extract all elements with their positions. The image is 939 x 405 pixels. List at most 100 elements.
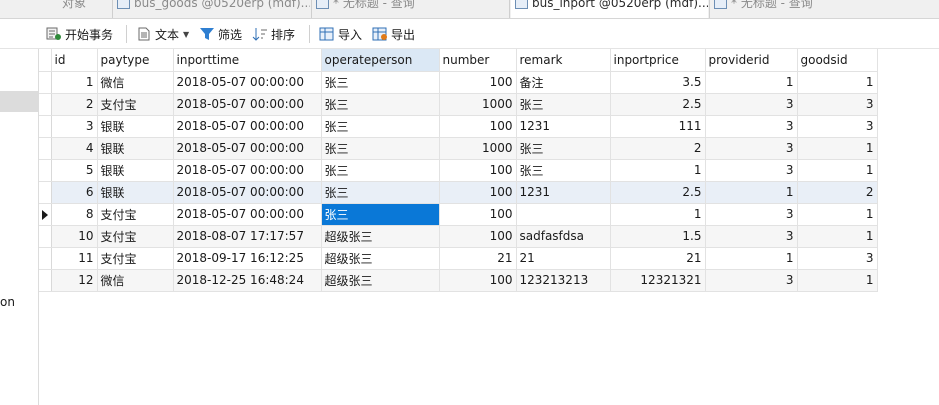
table-row[interactable]: 12 微信 2018-12-25 16:48:24 超级张三 100 12321… bbox=[39, 269, 878, 292]
column-header-paytype[interactable]: paytype bbox=[97, 49, 174, 72]
column-header-inporttime[interactable]: inporttime bbox=[173, 49, 322, 72]
cell-inporttime[interactable]: 2018-05-07 00:00:00 bbox=[173, 137, 322, 160]
cell-inportprice[interactable]: 1 bbox=[610, 203, 706, 226]
column-header-inportprice[interactable]: inportprice bbox=[610, 49, 706, 72]
cell-inportprice[interactable]: 1.5 bbox=[610, 225, 706, 248]
cell-number[interactable]: 100 bbox=[439, 159, 517, 182]
cell-id[interactable]: 5 bbox=[51, 159, 98, 182]
cell-inportprice[interactable]: 12321321 bbox=[610, 269, 706, 292]
cell-remark[interactable]: 张三 bbox=[516, 93, 611, 116]
cell-inporttime[interactable]: 2018-12-25 16:48:24 bbox=[173, 269, 322, 292]
row-indicator[interactable] bbox=[39, 159, 52, 182]
column-header-number[interactable]: number bbox=[439, 49, 517, 72]
cell-operateperson[interactable]: 超级张三 bbox=[321, 269, 440, 292]
cell-inporttime[interactable]: 2018-09-17 16:12:25 bbox=[173, 247, 322, 270]
cell-operateperson[interactable]: 超级张三 bbox=[321, 247, 440, 270]
cell-inportprice[interactable]: 1 bbox=[610, 159, 706, 182]
cell-paytype[interactable]: 银联 bbox=[97, 181, 174, 204]
cell-inporttime[interactable]: 2018-05-07 00:00:00 bbox=[173, 159, 322, 182]
cell-inportprice[interactable]: 2.5 bbox=[610, 181, 706, 204]
cell-remark[interactable]: 21 bbox=[516, 247, 611, 270]
row-indicator[interactable] bbox=[39, 181, 52, 204]
table-row[interactable]: 5 银联 2018-05-07 00:00:00 张三 100 张三 1 3 1 bbox=[39, 159, 878, 182]
navigation-selected-item[interactable] bbox=[0, 91, 38, 112]
cell-providerid[interactable]: 3 bbox=[705, 159, 798, 182]
cell-id[interactable]: 8 bbox=[51, 203, 98, 226]
row-indicator[interactable] bbox=[39, 93, 52, 116]
cell-inporttime[interactable]: 2018-05-07 00:00:00 bbox=[173, 181, 322, 204]
column-header-id[interactable]: id bbox=[51, 49, 98, 72]
cell-id[interactable]: 10 bbox=[51, 225, 98, 248]
cell-number[interactable]: 100 bbox=[439, 225, 517, 248]
cell-paytype[interactable]: 银联 bbox=[97, 159, 174, 182]
cell-operateperson[interactable]: 张三 bbox=[321, 93, 440, 116]
cell-providerid[interactable]: 3 bbox=[705, 225, 798, 248]
cell-inporttime[interactable]: 2018-05-07 00:00:00 bbox=[173, 93, 322, 116]
text-view-button[interactable]: 文本 ▼ bbox=[136, 25, 189, 43]
cell-providerid[interactable]: 3 bbox=[705, 137, 798, 160]
cell-providerid[interactable]: 1 bbox=[705, 71, 798, 94]
table-row-current[interactable]: 8 支付宝 2018-05-07 00:00:00 张三 100 1 3 1 bbox=[39, 203, 878, 226]
cell-remark[interactable]: 备注 bbox=[516, 71, 611, 94]
cell-paytype[interactable]: 微信 bbox=[97, 71, 174, 94]
column-header-operateperson[interactable]: operateperson bbox=[321, 49, 440, 72]
cell-inporttime[interactable]: 2018-05-07 00:00:00 bbox=[173, 203, 322, 226]
cell-goodsid[interactable]: 1 bbox=[797, 225, 878, 248]
cell-goodsid[interactable]: 3 bbox=[797, 115, 878, 138]
cell-paytype[interactable]: 支付宝 bbox=[97, 93, 174, 116]
cell-goodsid[interactable]: 1 bbox=[797, 137, 878, 160]
row-indicator[interactable] bbox=[39, 269, 52, 292]
cell-operateperson[interactable]: 超级张三 bbox=[321, 225, 440, 248]
cell-remark[interactable] bbox=[516, 203, 611, 226]
cell-remark[interactable]: 1231 bbox=[516, 115, 611, 138]
cell-number[interactable]: 100 bbox=[439, 181, 517, 204]
cell-providerid[interactable]: 3 bbox=[705, 269, 798, 292]
cell-operateperson[interactable]: 张三 bbox=[321, 71, 440, 94]
table-row[interactable]: 11 支付宝 2018-09-17 16:12:25 超级张三 21 21 21… bbox=[39, 247, 878, 270]
table-row[interactable]: 4 银联 2018-05-07 00:00:00 张三 1000 张三 2 3 … bbox=[39, 137, 878, 160]
cell-remark[interactable]: 123213213 bbox=[516, 269, 611, 292]
cell-number[interactable]: 100 bbox=[439, 203, 517, 226]
table-row[interactable]: 10 支付宝 2018-08-07 17:17:57 超级张三 100 sadf… bbox=[39, 225, 878, 248]
table-row[interactable]: 1 微信 2018-05-07 00:00:00 张三 100 备注 3.5 1… bbox=[39, 71, 878, 94]
cell-paytype[interactable]: 支付宝 bbox=[97, 225, 174, 248]
sort-button[interactable]: 排序 bbox=[252, 25, 295, 43]
cell-id[interactable]: 4 bbox=[51, 137, 98, 160]
cell-remark[interactable]: sadfasfdsa bbox=[516, 225, 611, 248]
cell-inportprice[interactable]: 3.5 bbox=[610, 71, 706, 94]
cell-remark[interactable]: 张三 bbox=[516, 137, 611, 160]
cell-number[interactable]: 100 bbox=[439, 115, 517, 138]
cell-goodsid[interactable]: 1 bbox=[797, 269, 878, 292]
cell-inporttime[interactable]: 2018-08-07 17:17:57 bbox=[173, 225, 322, 248]
cell-providerid[interactable]: 3 bbox=[705, 203, 798, 226]
cell-number[interactable]: 100 bbox=[439, 71, 517, 94]
cell-number[interactable]: 21 bbox=[439, 247, 517, 270]
cell-goodsid[interactable]: 1 bbox=[797, 71, 878, 94]
cell-id[interactable]: 1 bbox=[51, 71, 98, 94]
filter-button[interactable]: 筛选 bbox=[199, 25, 242, 43]
table-row[interactable]: 3 银联 2018-05-07 00:00:00 张三 100 1231 111… bbox=[39, 115, 878, 138]
import-button[interactable]: 导入 bbox=[319, 25, 362, 43]
cell-inporttime[interactable]: 2018-05-07 00:00:00 bbox=[173, 115, 322, 138]
cell-operateperson-selected[interactable]: 张三 bbox=[321, 203, 440, 226]
cell-id[interactable]: 11 bbox=[51, 247, 98, 270]
cell-providerid[interactable]: 1 bbox=[705, 181, 798, 204]
cell-goodsid[interactable]: 1 bbox=[797, 159, 878, 182]
cell-goodsid[interactable]: 1 bbox=[797, 203, 878, 226]
tab-bus-goods[interactable]: bus_goods @0520erp (mdf)... bbox=[113, 0, 310, 18]
column-header-goodsid[interactable]: goodsid bbox=[797, 49, 878, 72]
cell-id[interactable]: 6 bbox=[51, 181, 98, 204]
column-header-providerid[interactable]: providerid bbox=[705, 49, 798, 72]
row-indicator[interactable] bbox=[39, 247, 52, 270]
cell-id[interactable]: 12 bbox=[51, 269, 98, 292]
tab-bus-inport[interactable]: bus_inport @0520erp (mdf)... bbox=[511, 0, 708, 18]
row-indicator-current[interactable] bbox=[39, 203, 52, 226]
cell-number[interactable]: 100 bbox=[439, 269, 517, 292]
table-row[interactable]: 6 银联 2018-05-07 00:00:00 张三 100 1231 2.5… bbox=[39, 181, 878, 204]
tab-query-2[interactable]: * 无标题 - 查询 bbox=[710, 0, 910, 18]
cell-goodsid[interactable]: 2 bbox=[797, 181, 878, 204]
row-indicator[interactable] bbox=[39, 225, 52, 248]
cell-remark[interactable]: 1231 bbox=[516, 181, 611, 204]
cell-goodsid[interactable]: 3 bbox=[797, 93, 878, 116]
cell-inportprice[interactable]: 2.5 bbox=[610, 93, 706, 116]
